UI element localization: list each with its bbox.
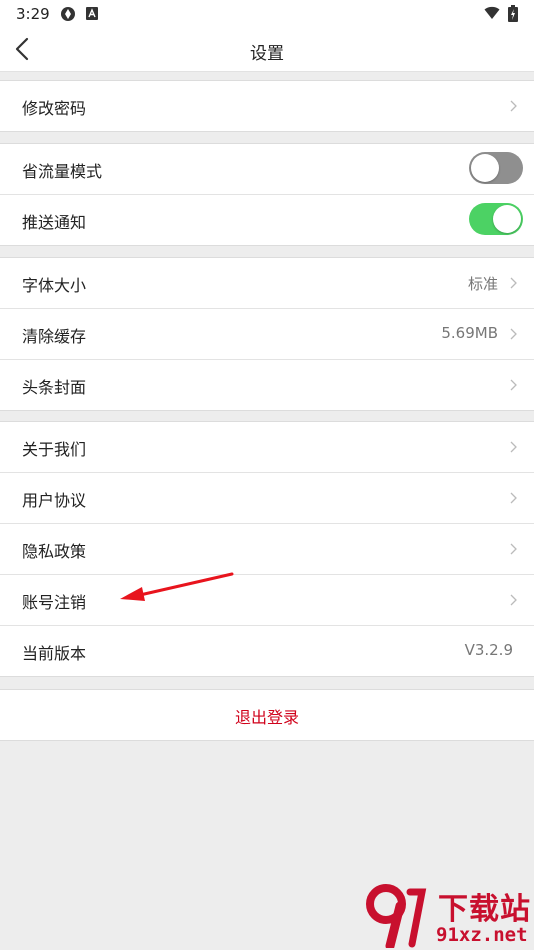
annotation-arrow-icon [120, 572, 234, 601]
watermark-text-url: 91xz.net [436, 924, 528, 946]
chevron-right-icon [510, 543, 517, 555]
chevron-right-icon [510, 100, 517, 112]
logout-button[interactable]: 退出登录 [0, 704, 534, 728]
row-label: 当前版本 [22, 644, 87, 663]
row-data-saver: 省流量模式 [0, 144, 534, 195]
row-push-notification: 推送通知 [0, 195, 534, 245]
row-label: 推送通知 [22, 213, 87, 232]
logout-group: 退出登录 [0, 689, 534, 741]
row-clear-cache[interactable]: 清除缓存 5.69MB [0, 309, 534, 360]
row-privacy-policy[interactable]: 隐私政策 [0, 524, 534, 575]
wifi-icon [484, 6, 500, 19]
row-label: 清除缓存 [22, 327, 87, 346]
row-label: 账号注销 [22, 593, 87, 612]
data-saver-toggle[interactable] [469, 152, 523, 184]
row-label: 省流量模式 [22, 162, 103, 181]
row-current-version: 当前版本 V3.2.9 [0, 626, 534, 676]
row-label: 字体大小 [22, 276, 87, 295]
version-value: V3.2.9 [464, 641, 513, 659]
row-about-us[interactable]: 关于我们 [0, 422, 534, 473]
row-user-agreement[interactable]: 用户协议 [0, 473, 534, 524]
chevron-right-icon [510, 492, 517, 504]
row-value: 标准 [467, 275, 498, 293]
row-change-password[interactable]: 修改密码 [0, 81, 534, 131]
chevron-right-icon [510, 277, 517, 289]
chevron-right-icon [510, 441, 517, 453]
text-notification-icon [86, 7, 98, 20]
group-toggles: 省流量模式 推送通知 [0, 143, 534, 246]
toggle-knob [493, 205, 521, 233]
row-label: 头条封面 [22, 378, 87, 397]
row-font-size[interactable]: 字体大小 标准 [0, 258, 534, 309]
group-display: 字体大小 标准 清除缓存 5.69MB 头条封面 [0, 257, 534, 411]
status-bar: 3:29 [0, 0, 534, 28]
push-notification-toggle[interactable] [469, 203, 523, 235]
page-title: 设置 [250, 44, 284, 64]
group-about: 关于我们 用户协议 隐私政策 账号注销 当前版本 V3.2.9 [0, 421, 534, 677]
row-headline-cover[interactable]: 头条封面 [0, 360, 534, 410]
watermark-text-cn: 下载站 [438, 892, 531, 927]
toggle-knob [471, 154, 499, 182]
row-label: 用户协议 [22, 491, 87, 510]
row-label: 关于我们 [22, 440, 87, 459]
watermark: 下载站 91xz.net [360, 882, 534, 950]
row-account-cancel[interactable]: 账号注销 [0, 575, 534, 626]
row-label: 修改密码 [22, 99, 87, 118]
app-notification-icon [61, 7, 75, 21]
status-time: 3:29 [16, 5, 50, 23]
nav-bar: 设置 [0, 28, 534, 72]
chevron-right-icon [510, 594, 517, 606]
row-label: 隐私政策 [22, 542, 87, 561]
watermark-logo-icon [366, 884, 427, 948]
chevron-right-icon [510, 379, 517, 391]
group-account: 修改密码 [0, 80, 534, 132]
row-value: 5.69MB [441, 324, 498, 342]
chevron-right-icon [510, 328, 517, 340]
battery-icon [508, 5, 518, 22]
